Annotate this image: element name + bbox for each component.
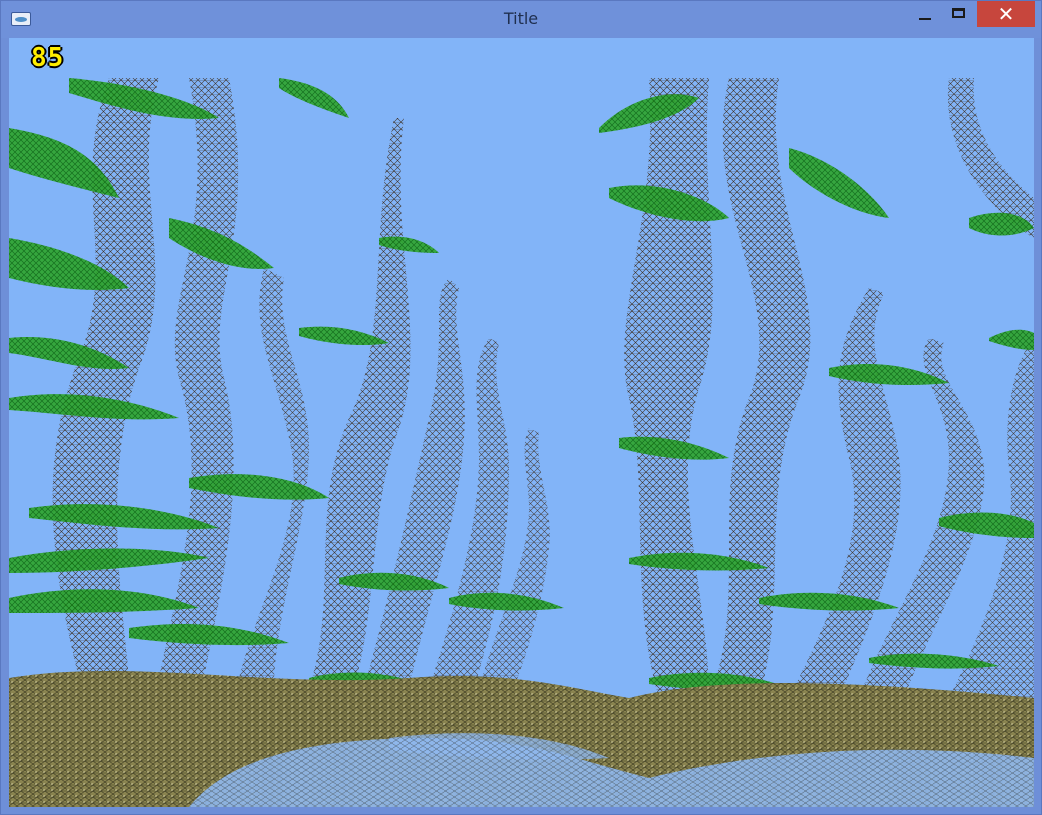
close-button[interactable]: ✕ [977,1,1035,27]
maximize-button[interactable] [943,1,975,27]
window-title: Title [503,9,539,28]
ground-terrain [9,670,1034,807]
app-window: Title ✕ 85 [0,0,1042,815]
fps-counter: 85 [31,43,65,73]
minimize-button[interactable] [909,1,943,27]
scene-canvas [9,38,1034,807]
close-icon: ✕ [997,2,1015,26]
title-bar[interactable]: Title ✕ [1,1,1041,38]
render-viewport[interactable]: 85 [9,38,1034,807]
